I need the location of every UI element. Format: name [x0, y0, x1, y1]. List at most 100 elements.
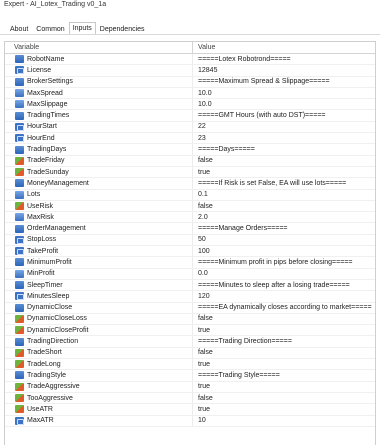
value-cell[interactable]: 10.0: [193, 88, 375, 99]
double-icon: [15, 190, 24, 199]
table-row[interactable]: MinimumProfit =====Minimum profit in pips…: [5, 257, 375, 269]
value-cell[interactable]: true: [193, 167, 375, 178]
variable-name: StopLoss: [27, 236, 57, 244]
table-row[interactable]: DynamicCloseLoss false: [5, 313, 375, 326]
value-cell[interactable]: =====EA dynamically closes according to …: [193, 302, 375, 313]
value-cell[interactable]: =====Trading Style=====: [193, 370, 375, 381]
value-cell[interactable]: =====Lotex Robotrond=====: [193, 54, 375, 65]
table-row[interactable]: TradingDays =====Days=====: [5, 144, 375, 156]
variable-cell: UseRisk: [5, 200, 193, 212]
table-row[interactable]: TradingStyle =====Trading Style=====: [5, 370, 375, 382]
number-icon: [15, 66, 24, 75]
table-row[interactable]: MaxSlippage 10.0: [5, 99, 375, 111]
table-row[interactable]: RobotName =====Lotex Robotrond=====: [5, 54, 375, 66]
value-cell[interactable]: 10.0: [193, 99, 375, 110]
value-cell[interactable]: =====If Risk is set False, EA will use l…: [193, 178, 375, 189]
table-row[interactable]: UseATR true: [5, 404, 375, 416]
value-cell[interactable]: true: [193, 381, 375, 392]
variable-name: DynamicClose: [27, 304, 73, 312]
variable-cell: TradingDays: [5, 144, 193, 155]
table-row[interactable]: BrokerSettings =====Maximum Spread & Slip…: [5, 76, 375, 88]
separator-icon: [15, 111, 24, 120]
value-cell[interactable]: true: [193, 359, 375, 370]
value-cell[interactable]: false: [193, 313, 375, 324]
column-header-value[interactable]: Value: [193, 42, 375, 53]
table-row[interactable]: TradeLong true: [5, 359, 375, 371]
table-row[interactable]: UseRisk false: [5, 200, 375, 213]
value-cell[interactable]: true: [193, 404, 375, 415]
variable-name: MinutesSleep: [27, 292, 70, 300]
table-row[interactable]: TradeFriday false: [5, 155, 375, 167]
table-row[interactable]: HourEnd 23: [5, 133, 375, 145]
table-row[interactable]: TakeProfit 100: [5, 246, 375, 258]
value-cell[interactable]: 50: [193, 234, 375, 245]
table-row[interactable]: TradeAggressive true: [5, 381, 375, 393]
bool-icon: [15, 314, 24, 323]
value-cell[interactable]: =====GMT Hours (with auto DST)=====: [193, 110, 375, 121]
value-cell[interactable]: false: [193, 393, 375, 404]
value-cell[interactable]: =====Manage Orders=====: [193, 223, 375, 234]
variable-name: TakeProfit: [27, 247, 59, 255]
value-cell[interactable]: false: [193, 347, 375, 358]
table-row[interactable]: DynamicClose =====EA dynamically closes a…: [5, 302, 375, 314]
variable-cell: TradeSunday: [5, 166, 193, 178]
tab-dependencies[interactable]: Dependencies: [96, 23, 149, 34]
variable-name: TradingDirection: [27, 338, 79, 346]
variable-cell: License: [5, 65, 193, 76]
variable-name: TradeLong: [27, 360, 61, 368]
table-row[interactable]: MaxRisk 2.0: [5, 212, 375, 224]
value-cell[interactable]: =====Trading Direction=====: [193, 336, 375, 347]
variable-name: BrokerSettings: [27, 78, 73, 86]
variable-name: TradeFriday: [27, 157, 65, 165]
table-row[interactable]: MinProfit 0.0: [5, 268, 375, 280]
table-row[interactable]: Lots 0.1: [5, 189, 375, 201]
value-cell[interactable]: =====Minimum profit in pips before closi…: [193, 257, 375, 268]
variable-name: MoneyManagement: [27, 179, 89, 187]
variable-cell: TradingTimes: [5, 110, 193, 121]
table-row[interactable]: TradeShort false: [5, 347, 375, 360]
column-header-variable[interactable]: Variable: [5, 42, 193, 53]
value-cell[interactable]: 0.1: [193, 189, 375, 200]
tab-bar: About Common Inputs Dependencies: [0, 22, 380, 35]
variable-name: Lots: [27, 191, 41, 199]
value-cell[interactable]: 23: [193, 133, 375, 144]
variable-name: DynamicCloseLoss: [27, 315, 87, 323]
value-cell[interactable]: 120: [193, 291, 375, 302]
table-row[interactable]: TradingTimes =====GMT Hours (with auto DS…: [5, 110, 375, 122]
separator-icon: [15, 77, 24, 86]
value-cell[interactable]: 12845: [193, 65, 375, 76]
value-cell[interactable]: 100: [193, 246, 375, 257]
table-row[interactable]: MaxATR 10: [5, 415, 375, 427]
value-cell[interactable]: false: [193, 201, 375, 212]
tab-common[interactable]: Common: [32, 23, 68, 34]
table-row[interactable]: MaxSpread 10.0: [5, 87, 375, 100]
value-cell[interactable]: =====Maximum Spread & Slippage=====: [193, 76, 375, 87]
variable-name: UseRisk: [27, 202, 54, 210]
variable-name: MaxATR: [27, 417, 54, 425]
double-icon: [15, 269, 24, 278]
variable-name: HourStart: [27, 123, 57, 131]
value-cell[interactable]: false: [193, 155, 375, 166]
table-row[interactable]: TooAggressive false: [5, 392, 375, 405]
variable-cell: SleepTimer: [5, 279, 193, 291]
table-row[interactable]: StopLoss 50: [5, 234, 375, 247]
table-row[interactable]: License 12845: [5, 65, 375, 77]
value-cell[interactable]: =====Days=====: [193, 144, 375, 155]
table-row[interactable]: MoneyManagement =====If Risk is set False…: [5, 178, 375, 190]
table-row[interactable]: OrderManagement =====Manage Orders=====: [5, 223, 375, 235]
table-row[interactable]: TradingDirection =====Trading Direction==…: [5, 336, 375, 348]
table-row[interactable]: MinutesSleep 120: [5, 291, 375, 303]
tab-inputs[interactable]: Inputs: [68, 22, 96, 34]
value-cell[interactable]: 22: [193, 121, 375, 132]
variable-cell: TakeProfit: [5, 246, 193, 257]
tab-about[interactable]: About: [6, 23, 32, 34]
value-cell[interactable]: =====Minutes to sleep after a losing tra…: [193, 280, 375, 291]
value-cell[interactable]: true: [193, 325, 375, 336]
table-row[interactable]: SleepTimer =====Minutes to sleep after a …: [5, 279, 375, 292]
table-row[interactable]: TradeSunday true: [5, 166, 375, 179]
table-row[interactable]: HourStart 22: [5, 121, 375, 134]
value-cell[interactable]: 0.0: [193, 268, 375, 279]
table-row[interactable]: DynamicCloseProfit true: [5, 325, 375, 337]
value-cell[interactable]: 2.0: [193, 212, 375, 223]
value-cell[interactable]: 10: [193, 415, 375, 426]
